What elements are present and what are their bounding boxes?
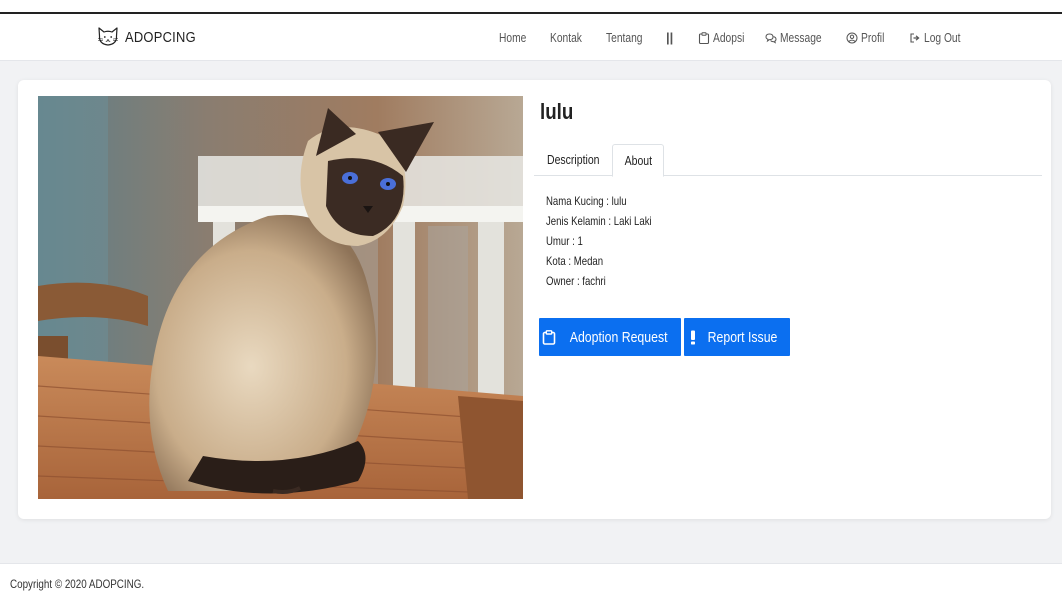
nav-profil-label: Profil: [861, 30, 885, 45]
tab-about-label: About: [624, 153, 652, 168]
user-circle-icon: [846, 32, 858, 43]
nav-profil[interactable]: Profil: [846, 31, 909, 45]
siamese-cat-image: [38, 96, 523, 499]
detail-jenis-kelamin: Jenis Kelamin : Laki Laki: [546, 214, 652, 228]
chat-bubbles-icon: [765, 32, 777, 44]
window-top-border: [0, 0, 1062, 14]
detail-kota: Kota : Medan: [546, 254, 604, 268]
nav-logout[interactable]: Log Out: [909, 31, 969, 45]
detail-umur: Umur : 1: [546, 234, 583, 248]
pet-tabs: Description About: [534, 144, 1042, 177]
main-nav: Home Kontak Tentang || Adopsi Message Pr…: [499, 14, 969, 61]
clipboard-icon: [698, 31, 710, 44]
report-issue-button[interactable]: Report Issue: [684, 318, 790, 356]
nav-separator: ||: [666, 30, 674, 45]
detail-nama-kucing: Nama Kucing : lulu: [546, 194, 627, 208]
footer: Copyright © 2020 ADOPCING.: [0, 563, 1062, 603]
nav-kontak[interactable]: Kontak: [550, 31, 606, 45]
adoption-request-label: Adoption Request: [569, 328, 668, 346]
detail-owner: Owner : fachri: [546, 274, 606, 288]
nav-home-label: Home: [499, 30, 527, 45]
pet-name-title: lulu: [540, 99, 574, 124]
navbar: ADOPCING Home Kontak Tentang || Adopsi M…: [0, 14, 1062, 61]
pet-details: Nama Kucing : lulu Jenis Kelamin : Laki …: [546, 191, 678, 291]
nav-message[interactable]: Message: [765, 31, 846, 45]
exclamation-icon: [690, 330, 695, 344]
cat-face-icon: [97, 27, 119, 46]
logout-icon: [910, 32, 920, 43]
brand[interactable]: ADOPCING: [96, 22, 207, 52]
tab-description-label: Description: [546, 153, 600, 167]
report-issue-label: Report Issue: [707, 328, 778, 346]
tab-description[interactable]: Description: [534, 144, 612, 176]
nav-tentang[interactable]: Tentang: [606, 31, 666, 45]
tab-about[interactable]: About: [612, 144, 664, 177]
nav-adopsi-label: Adopsi: [713, 30, 745, 45]
nav-kontak-label: Kontak: [550, 30, 582, 45]
nav-message-label: Message: [780, 30, 822, 45]
copyright-text: Copyright © 2020 ADOPCING.: [10, 577, 145, 591]
adoption-request-button[interactable]: Adoption Request: [539, 318, 681, 356]
clipboard-icon: [542, 329, 556, 345]
nav-home[interactable]: Home: [499, 31, 550, 45]
nav-logout-label: Log Out: [924, 30, 961, 45]
nav-adopsi[interactable]: Adopsi: [698, 31, 765, 45]
brand-name: ADOPCING: [125, 28, 196, 46]
nav-tentang-label: Tentang: [606, 30, 643, 45]
pet-detail-card: lulu Description About Nama Kucing : lul…: [18, 80, 1051, 519]
pet-photo: [38, 96, 523, 499]
